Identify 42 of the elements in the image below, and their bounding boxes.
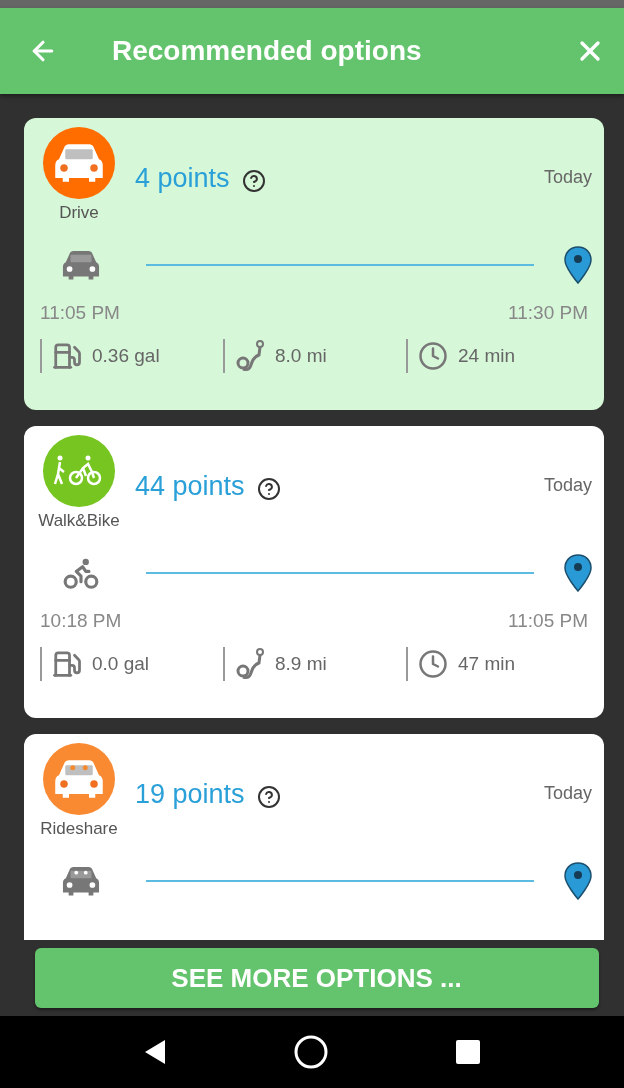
- points-text: 44 points: [135, 471, 245, 502]
- fuel-amount: 0.36 gal: [92, 345, 160, 367]
- fuel-amount: 0.0 gal: [92, 653, 150, 675]
- mode-label: Rideshare: [40, 819, 118, 839]
- option-card[interactable]: Walk&Bike 44 points Today 10:18 PM 11:05 PM 0.0 gal 8.9 mi 47 min: [24, 426, 604, 718]
- distance-text: 8.9 mi: [275, 653, 327, 675]
- help-icon[interactable]: [241, 169, 266, 193]
- arrival-time: 11:30 PM: [508, 302, 588, 324]
- nav-recents-icon[interactable]: [456, 1040, 481, 1064]
- mode-label: Walk&Bike: [38, 511, 120, 531]
- help-icon[interactable]: [256, 785, 281, 809]
- option-card[interactable]: Rideshare 19 points Today: [24, 734, 604, 940]
- day-label: Today: [543, 167, 592, 188]
- shared-car-icon: [62, 865, 100, 897]
- page-title: Recommended options: [112, 35, 423, 67]
- departure-time: 10:18 PM: [40, 610, 122, 632]
- nav-back-icon[interactable]: [143, 1039, 166, 1065]
- map-pin-icon: [564, 554, 592, 592]
- points-text: 4 points: [135, 163, 230, 194]
- points-text: 19 points: [135, 779, 245, 810]
- map-pin-icon: [564, 862, 592, 900]
- fuel-pump-icon: [52, 649, 82, 679]
- shared-car-icon: [54, 759, 104, 799]
- day-label: Today: [543, 783, 592, 804]
- car-icon: [54, 143, 104, 183]
- day-label: Today: [543, 475, 592, 496]
- duration-text: 24 min: [458, 345, 516, 367]
- help-icon[interactable]: [256, 477, 281, 501]
- clock-icon: [418, 341, 448, 371]
- duration-text: 47 min: [458, 653, 516, 675]
- option-card[interactable]: Drive 4 points Today 11:05 PM 11:30 PM 0.36 gal 8.0 mi 24 min: [24, 118, 604, 410]
- nav-home-icon[interactable]: [293, 1034, 329, 1070]
- fuel-pump-icon: [52, 341, 82, 371]
- route-icon: [235, 339, 265, 373]
- mode-label: Drive: [59, 203, 99, 223]
- route-icon: [235, 647, 265, 681]
- departure-time: 11:05 PM: [40, 302, 120, 324]
- distance-text: 8.0 mi: [275, 345, 327, 367]
- clock-icon: [418, 649, 448, 679]
- car-icon: [62, 249, 100, 281]
- arrival-time: 11:05 PM: [508, 610, 588, 632]
- map-pin-icon: [564, 246, 592, 284]
